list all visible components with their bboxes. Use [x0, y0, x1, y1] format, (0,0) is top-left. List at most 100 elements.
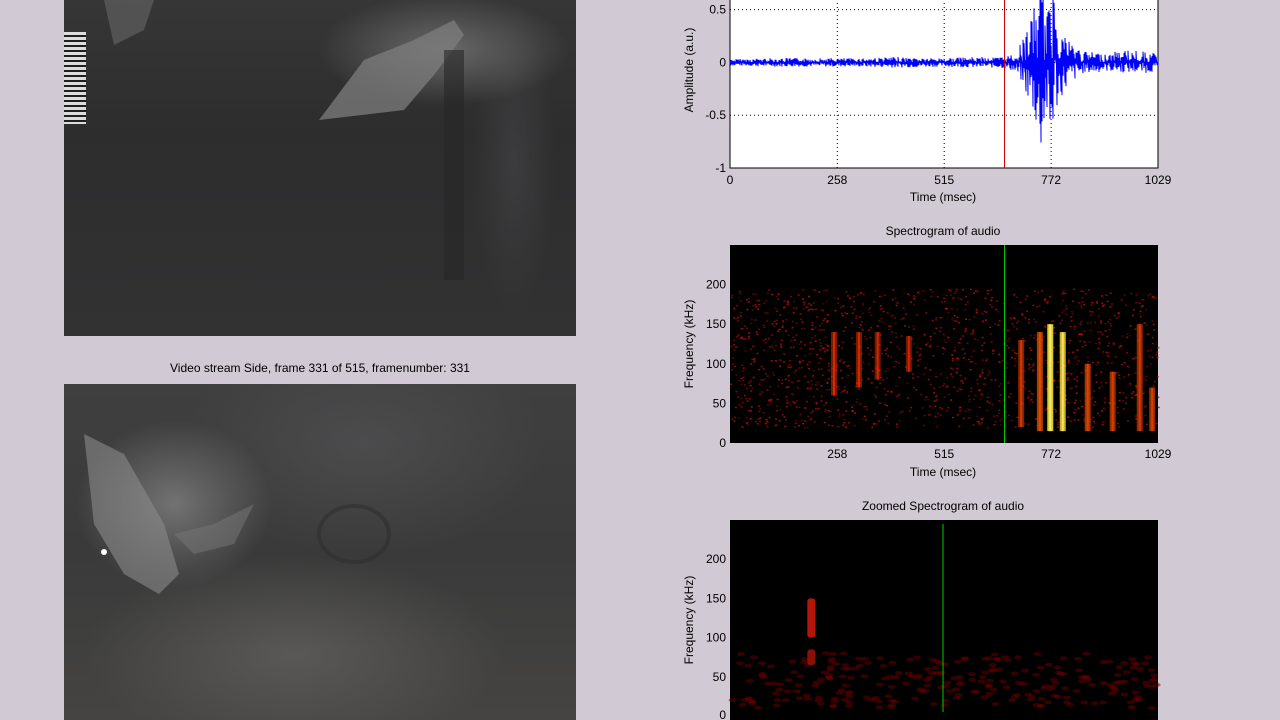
spectrogram-noise-cell: [1129, 384, 1132, 386]
zoomed-noise-cell: [888, 698, 897, 703]
spectrogram-noise-cell: [1084, 292, 1087, 295]
spectrogram-noise-cell: [876, 325, 879, 327]
spectrogram-noise-cell: [959, 338, 962, 340]
spectrogram-noise-cell: [953, 328, 956, 330]
spectrogram-noise-cell: [936, 425, 939, 428]
spectrogram-noise-cell: [840, 358, 843, 361]
spectrogram-noise-cell: [1076, 379, 1079, 382]
zoomed-noise-cell: [1036, 704, 1045, 709]
spectrogram-noise-cell: [975, 312, 978, 314]
spectrogram-noise-cell: [886, 404, 889, 407]
spectrogram-noise-cell: [802, 288, 805, 291]
spectrogram-noise-cell: [1154, 297, 1157, 299]
spectrogram-noise-cell: [1014, 365, 1017, 367]
zoomed-noise-cell: [820, 670, 829, 675]
spectrogram-noise-cell: [946, 376, 949, 379]
spectrogram-noise-cell: [950, 399, 953, 401]
spectrogram-noise-cell: [820, 322, 823, 325]
spectrogram-burst: [855, 332, 862, 388]
spectrogram-noise-cell: [764, 341, 767, 344]
spectrogram-noise-cell: [944, 300, 947, 303]
zoomed-noise-cell: [993, 656, 1002, 661]
spectrogram-noise-cell: [987, 370, 990, 372]
spectrogram-noise-cell: [819, 357, 822, 360]
spectrogram-noise-cell: [975, 290, 978, 292]
spectrogram-noise-cell: [976, 339, 979, 341]
spectrogram-noise-cell: [1046, 302, 1049, 304]
spectrogram-noise-cell: [780, 339, 783, 342]
spectrogram-noise-cell: [990, 299, 993, 302]
spectrogram-noise-cell: [853, 424, 856, 427]
spectrogram-noise-cell: [1042, 351, 1045, 353]
spectrogram-noise-cell: [1137, 340, 1140, 342]
zoomed-noise-cell: [851, 666, 860, 671]
zoomed-noise-cell: [783, 689, 792, 694]
spectrogram-noise-cell: [808, 367, 811, 370]
zoomed-noise-cell: [1105, 659, 1114, 664]
spectrogram-noise-cell: [1044, 298, 1047, 300]
spectrogram-noise-cell: [819, 348, 822, 351]
spectrogram-noise-cell: [973, 338, 976, 340]
zoomed-noise-cell: [1148, 679, 1157, 684]
spectrogram-noise-cell: [975, 308, 978, 311]
spectrogram-noise-cell: [754, 304, 757, 306]
spectrogram-xtick-label: 772: [1041, 447, 1061, 461]
spectrogram-noise-cell: [1013, 351, 1016, 354]
spectrogram-noise-cell: [806, 387, 809, 390]
spectrogram-noise-cell: [972, 329, 975, 331]
spectrogram-noise-cell: [920, 393, 923, 396]
spectrogram-noise-cell: [919, 353, 922, 356]
zoomed-noise-cell: [1046, 686, 1055, 691]
spectrogram-noise-cell: [1107, 345, 1110, 347]
spectrogram-noise-cell: [874, 394, 877, 397]
spectrogram-noise-cell: [910, 338, 913, 340]
zoomed-noise-cell: [1135, 698, 1144, 703]
spectrogram-noise-cell: [897, 393, 900, 396]
spectrogram-noise-cell: [1090, 304, 1093, 306]
spectrogram-noise-cell: [1068, 402, 1071, 405]
spectrogram-noise-cell: [733, 420, 736, 422]
spectrogram-noise-cell: [990, 379, 993, 381]
zoomed-noise-cell: [1106, 683, 1115, 688]
spectrogram-noise-cell: [879, 382, 882, 385]
spectrogram-noise-cell: [884, 349, 887, 352]
zoomed-noise-cell: [1013, 692, 1022, 697]
spectrogram-noise-cell: [820, 368, 823, 370]
zoomed-noise-cell: [1020, 668, 1029, 673]
spectrogram-noise-cell: [997, 412, 1000, 415]
zoomed-noise-cell: [985, 691, 994, 696]
spectrogram-noise-cell: [1057, 361, 1060, 363]
spectrogram-noise-cell: [856, 382, 859, 384]
spectrogram-noise-cell: [1042, 336, 1045, 338]
spectrogram-noise-cell: [1144, 414, 1147, 417]
spectrogram-noise-cell: [953, 350, 956, 352]
spectrogram-noise-cell: [990, 341, 993, 343]
zoomed-noise-cell: [845, 703, 854, 708]
spectrogram-noise-cell: [855, 315, 858, 318]
spectrogram-noise-cell: [841, 315, 844, 317]
spectrogram-noise-cell: [814, 335, 817, 337]
spectrogram-noise-cell: [805, 306, 808, 309]
spectrogram-noise-cell: [1156, 351, 1159, 353]
spectrogram-noise-cell: [1134, 328, 1137, 330]
spectrogram-noise-cell: [802, 298, 805, 300]
spectrogram-noise-cell: [1056, 386, 1059, 388]
spectrogram-noise-cell: [834, 310, 837, 312]
spectrogram-noise-cell: [956, 390, 959, 392]
spectrogram-noise-cell: [1044, 409, 1047, 411]
spectrogram-noise-cell: [793, 402, 796, 404]
spectrogram-noise-cell: [780, 346, 783, 348]
zoomed-noise-cell: [1131, 697, 1140, 702]
spectrogram-noise-cell: [807, 310, 810, 312]
spectrogram-noise-cell: [1027, 322, 1030, 324]
zoomed-noise-cell: [1014, 680, 1023, 685]
spectrogram-noise-cell: [848, 297, 851, 299]
zoomed-noise-cell: [796, 674, 805, 679]
spectrogram-noise-cell: [986, 409, 989, 412]
zoomed-noise-cell: [771, 691, 780, 696]
spectrogram-noise-cell: [784, 425, 787, 428]
spectrogram-noise-cell: [1016, 416, 1019, 419]
spectrogram-noise-cell: [1106, 362, 1109, 364]
spectrogram-noise-cell: [801, 419, 804, 421]
spectrogram-noise-cell: [978, 406, 981, 409]
